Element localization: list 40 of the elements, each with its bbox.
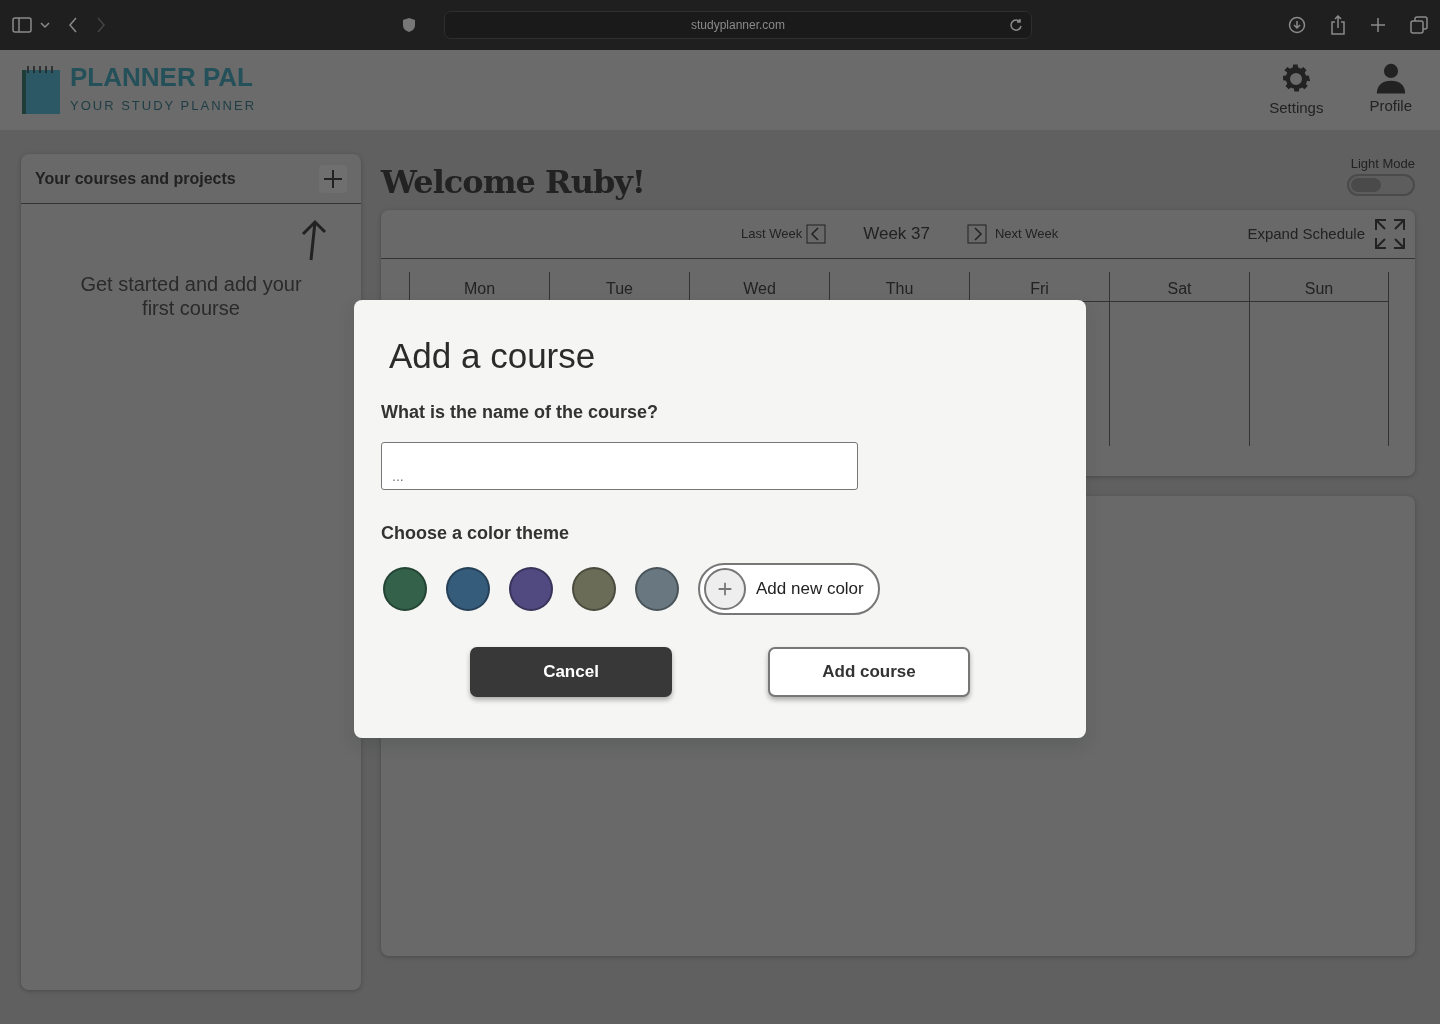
color-swatch[interactable] [446,566,490,611]
color-swatch[interactable] [635,566,679,611]
notebook-icon [20,64,62,116]
add-icon[interactable] [319,164,347,193]
caret-icon[interactable] [40,21,50,29]
color-theme-label: Choose a color theme [381,521,571,545]
app-logo-text: PLANNER PAL [70,64,254,91]
add-course-button[interactable]: Add course [768,646,970,697]
plus-icon [704,567,746,610]
day-label: Sun [1250,272,1388,302]
address-bar[interactable]: studyplanner.com [444,11,1032,39]
reload-icon[interactable] [1009,18,1023,32]
week-label: Week 37 [863,223,930,246]
day-label: Sat [1110,272,1249,302]
previous-week-icon[interactable] [806,224,827,244]
expand-schedule-label: Expand Schedule [1247,223,1365,244]
sidebar-icon[interactable] [12,17,32,33]
sidebar-title: Your courses and projects [35,168,236,189]
field-label: What is the name of the course? [381,400,660,424]
dialog-title: Add a course [389,335,597,377]
expand-icon[interactable] [1373,217,1407,251]
back-icon[interactable] [68,17,78,33]
shield-icon[interactable] [402,17,416,33]
plus-icon[interactable] [1370,17,1386,33]
course-name-field[interactable]: ... [381,441,858,490]
toggle-label: Light Mode [1350,155,1415,173]
tabs-icon[interactable] [1410,16,1428,34]
app-tagline: YOUR STUDY PLANNER [70,97,256,116]
download-icon[interactable] [1288,16,1306,34]
add-color-button[interactable]: Add new color [698,562,880,615]
last-week-label: Last Week [741,225,803,244]
next-week-icon[interactable] [966,224,987,244]
color-swatch[interactable] [509,566,553,611]
empty-state-text: Get started and add your first course [79,272,303,320]
share-icon[interactable] [1330,15,1346,35]
cancel-button[interactable]: Cancel [470,646,672,697]
color-swatch[interactable] [572,566,616,611]
next-week-label: Next Week [994,225,1059,244]
color-swatch[interactable] [383,566,427,611]
welcome-heading: Welcome Ruby! [381,162,645,203]
